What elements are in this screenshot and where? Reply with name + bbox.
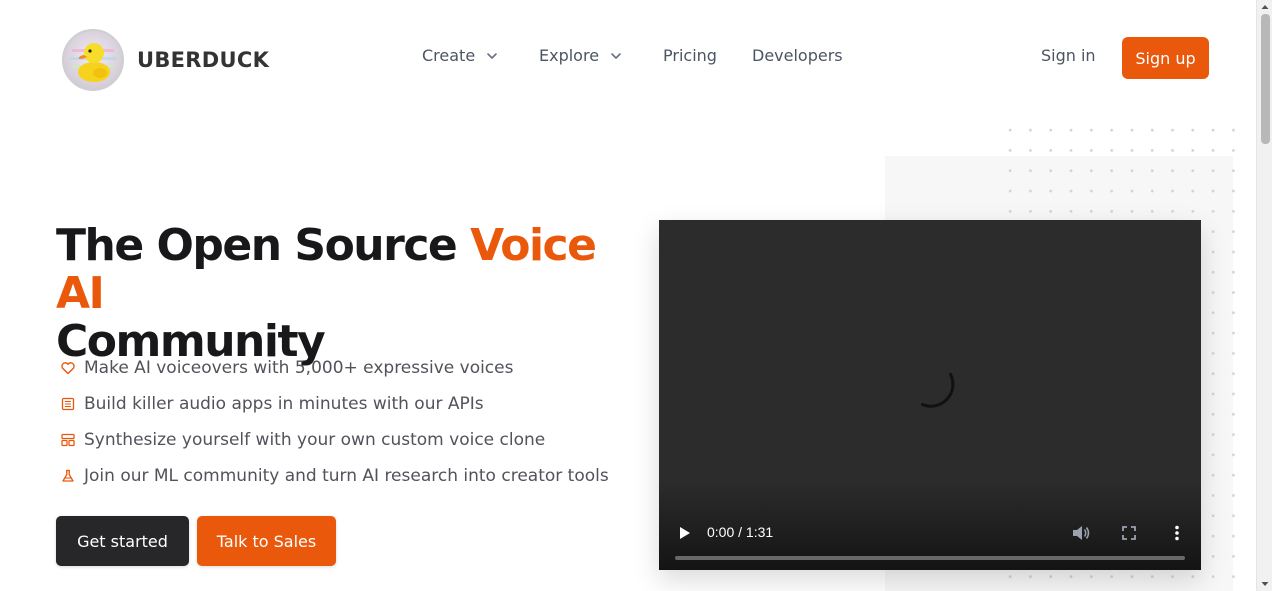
list-item: Build killer audio apps in minutes with … bbox=[60, 386, 609, 422]
chevron-down-icon bbox=[611, 52, 621, 59]
document-list-icon bbox=[61, 397, 75, 411]
fullscreen-icon[interactable] bbox=[1120, 524, 1138, 542]
landing-page: UBERDUCK Create Explore Pricing Develope… bbox=[0, 0, 1256, 591]
video-time: 0:00 / 1:31 bbox=[707, 524, 774, 540]
page-scrollbar[interactable] bbox=[1256, 0, 1272, 591]
feature-text: Synthesize yourself with your own custom… bbox=[84, 430, 546, 450]
sign-in-link[interactable]: Sign in bbox=[1041, 46, 1096, 65]
duck-logo-icon bbox=[62, 29, 124, 91]
chevron-down-icon bbox=[487, 52, 497, 59]
video-progress-bar[interactable] bbox=[675, 556, 1185, 560]
loading-spinner-icon bbox=[920, 372, 955, 408]
talk-to-sales-button[interactable]: Talk to Sales bbox=[197, 516, 336, 566]
scroll-up-arrow-icon[interactable] bbox=[1261, 3, 1269, 11]
nav-item-label: Explore bbox=[539, 46, 600, 65]
feature-text: Join our ML community and turn AI resear… bbox=[84, 466, 609, 486]
feature-list: Make AI voiceovers with 5,000+ expressiv… bbox=[60, 350, 609, 494]
list-item: Synthesize yourself with your own custom… bbox=[60, 422, 609, 458]
heart-icon bbox=[61, 362, 75, 375]
headline-text: The Open Source bbox=[56, 220, 471, 271]
nav-item-label: Developers bbox=[752, 46, 843, 65]
feature-text: Build killer audio apps in minutes with … bbox=[84, 394, 484, 414]
video-controls: 0:00 / 1:31 bbox=[659, 500, 1201, 570]
list-item: Join our ML community and turn AI resear… bbox=[60, 458, 609, 494]
nav-item-pricing[interactable]: Pricing bbox=[663, 46, 717, 65]
brand-name: UBERDUCK bbox=[137, 48, 270, 72]
hero-headline: The Open Source Voice AI Community bbox=[56, 222, 636, 366]
nav-item-label: Pricing bbox=[663, 46, 717, 65]
get-started-button[interactable]: Get started bbox=[56, 516, 189, 566]
video-player[interactable]: 0:00 / 1:31 bbox=[659, 220, 1201, 570]
nav-item-create[interactable]: Create bbox=[422, 46, 499, 65]
brand-logo-link[interactable]: UBERDUCK bbox=[62, 29, 269, 91]
mute-volume-icon[interactable] bbox=[1071, 524, 1091, 542]
nav-item-explore[interactable]: Explore bbox=[539, 46, 623, 65]
layout-template-icon bbox=[61, 433, 75, 447]
nav-item-developers[interactable]: Developers bbox=[752, 46, 843, 65]
more-options-icon[interactable] bbox=[1169, 524, 1185, 542]
scrollbar-thumb[interactable] bbox=[1261, 14, 1270, 144]
nav-item-label: Create bbox=[422, 46, 476, 65]
play-icon[interactable] bbox=[675, 524, 693, 542]
scroll-down-arrow-icon[interactable] bbox=[1261, 580, 1269, 588]
sign-up-button[interactable]: Sign up bbox=[1122, 37, 1209, 79]
feature-text: Make AI voiceovers with 5,000+ expressiv… bbox=[84, 358, 514, 378]
flask-icon bbox=[62, 469, 74, 482]
list-item: Make AI voiceovers with 5,000+ expressiv… bbox=[60, 350, 609, 386]
